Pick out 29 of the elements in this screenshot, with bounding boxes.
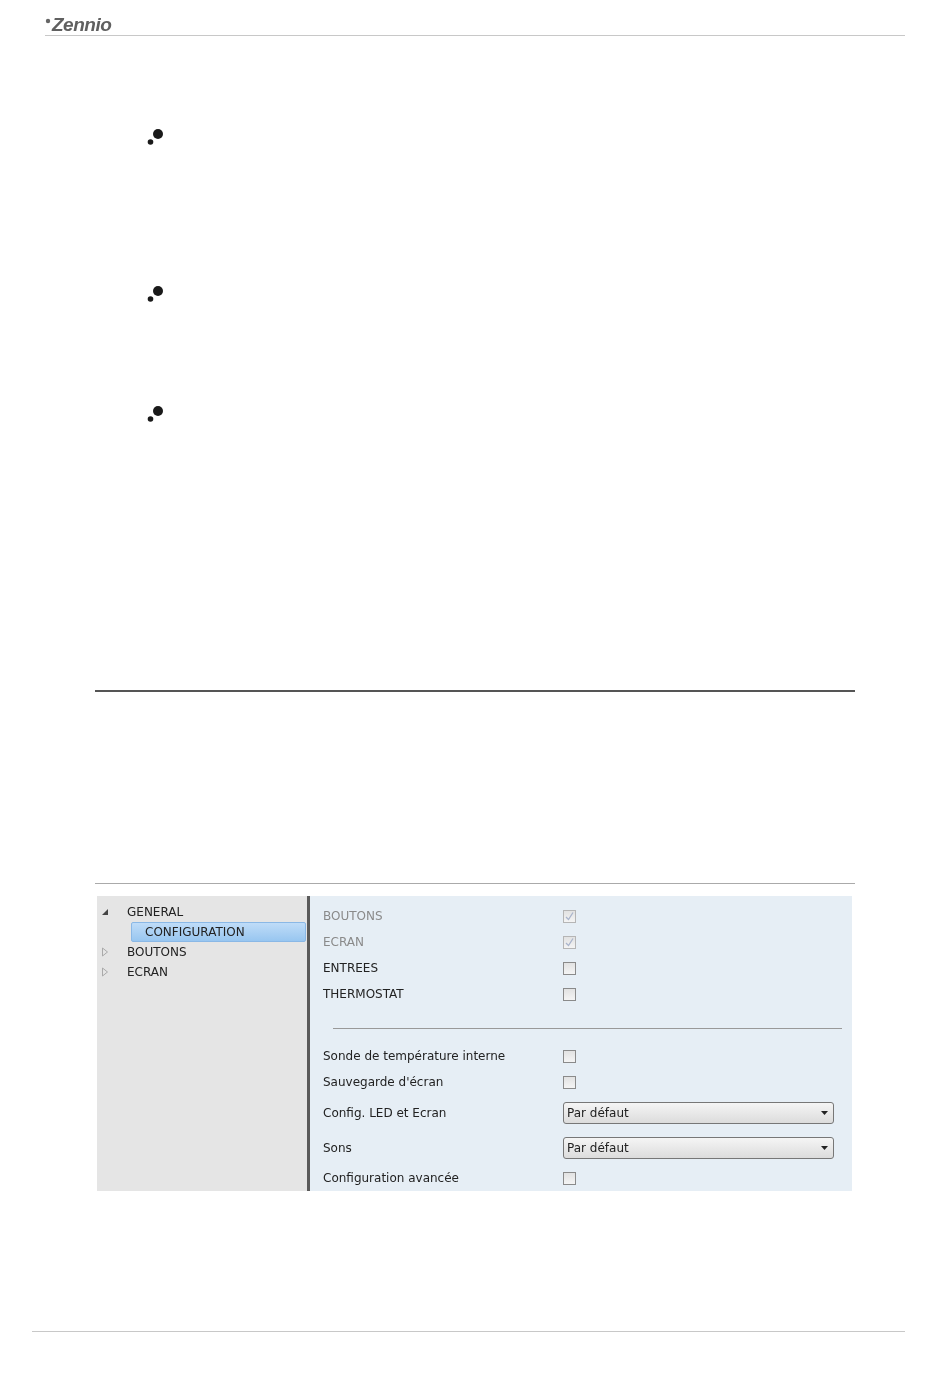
caret-icon <box>821 1110 828 1115</box>
checkbox[interactable] <box>563 1171 576 1185</box>
parameter-label: Sons <box>323 1140 353 1155</box>
collapsed-arrow-icon[interactable] <box>101 947 109 957</box>
parameter-label: ECRAN <box>323 935 365 949</box>
parameter-label: Configuration avancée <box>323 1171 460 1185</box>
dropdown[interactable]: Par défaut <box>563 1136 834 1159</box>
tree-item[interactable]: CONFIGURATION <box>131 922 306 942</box>
parameter-label: THERMOSTAT <box>323 987 405 1001</box>
bullet-icon <box>147 405 165 423</box>
checkbox[interactable] <box>563 1075 576 1089</box>
bullet-icon <box>147 128 165 146</box>
checkbox[interactable] <box>563 961 576 975</box>
expanded-arrow-icon[interactable] <box>101 908 109 916</box>
checkbox[interactable] <box>563 987 576 1001</box>
bullet-icon <box>147 285 165 303</box>
tree-item[interactable]: BOUTONS <box>124 943 190 961</box>
parameter-label: BOUTONS <box>323 909 384 923</box>
logo: Zennio <box>45 15 112 35</box>
checkbox[interactable] <box>563 1049 576 1063</box>
parameter-label: ENTREES <box>323 961 379 975</box>
parameter-label: Sonde de température interne <box>323 1049 507 1063</box>
parameter-label: Config. LED et Ecran <box>323 1105 448 1120</box>
collapsed-arrow-icon[interactable] <box>101 967 109 977</box>
caret-icon <box>821 1145 828 1150</box>
tree-item[interactable]: ECRAN <box>124 963 171 981</box>
tree-item[interactable]: GENERAL <box>124 903 187 921</box>
dropdown[interactable]: Par défaut <box>563 1101 834 1124</box>
parameter-label: Sauvegarde d'écran <box>323 1075 445 1089</box>
